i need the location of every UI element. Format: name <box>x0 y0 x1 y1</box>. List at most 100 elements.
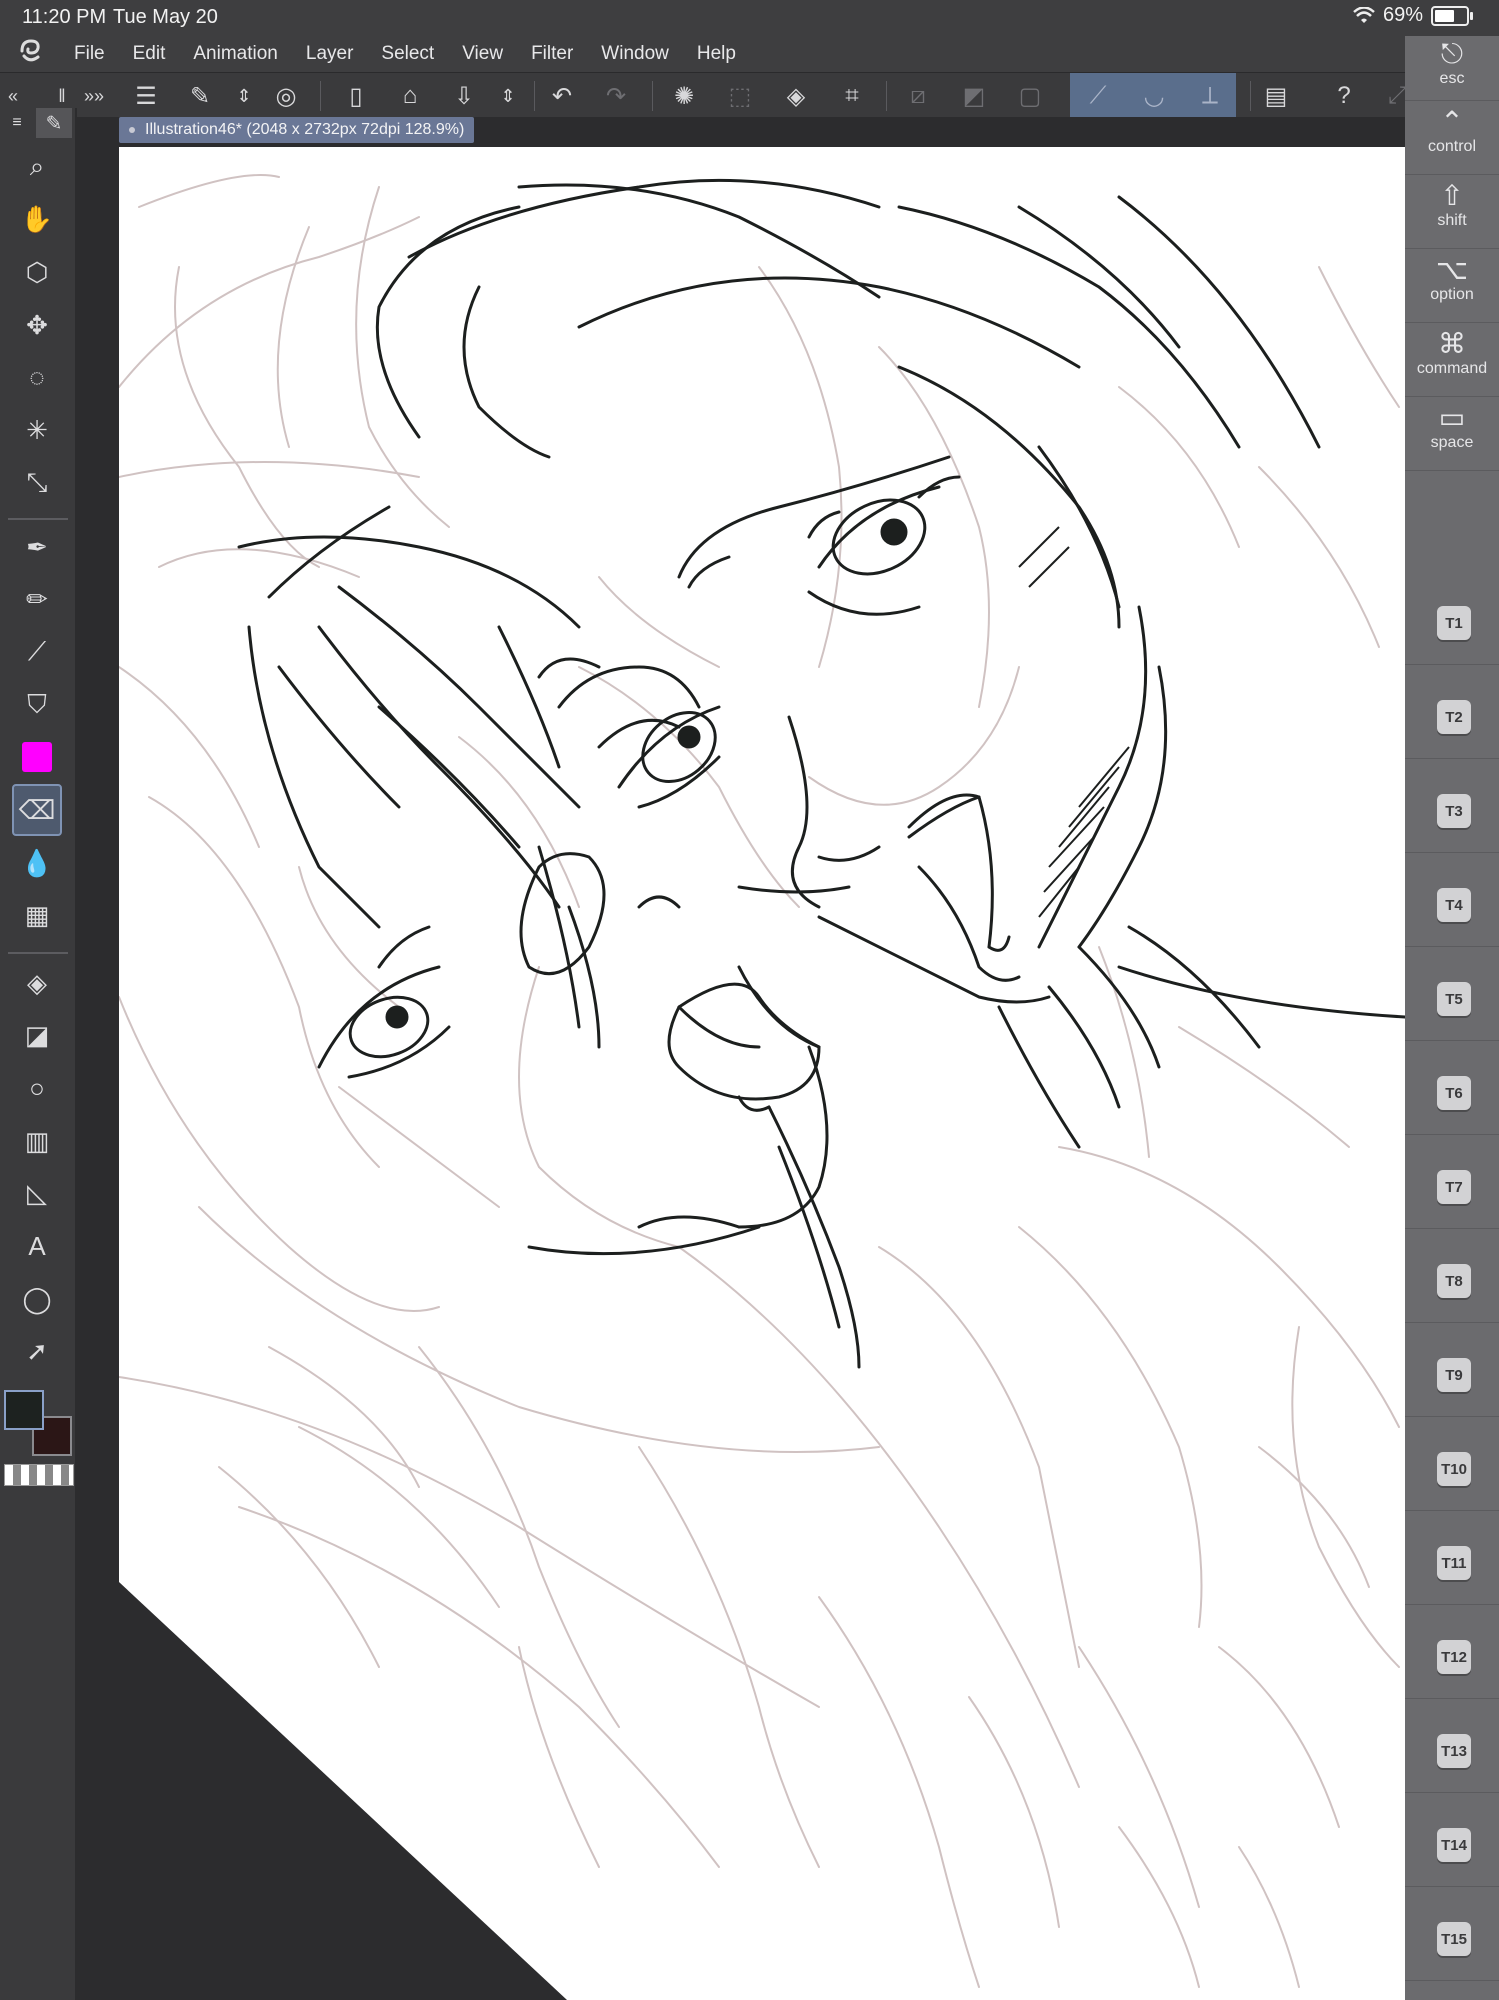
save-icon[interactable]: ⇩ <box>446 79 482 113</box>
control-label: control <box>1427 138 1477 155</box>
expand-right-icon[interactable]: »» <box>74 79 114 113</box>
canvas-area[interactable]: Illustration46* (2048 x 2732px 72dpi 128… <box>77 117 1405 2000</box>
text-icon[interactable]: A <box>14 1223 60 1269</box>
brush-icon[interactable]: ⟋ <box>14 629 60 675</box>
zoom-icon[interactable]: ⌕ <box>14 144 60 190</box>
t8-key[interactable]: T8 <box>1437 1264 1471 1298</box>
t14-key[interactable]: T14 <box>1437 1828 1471 1862</box>
menu-help[interactable]: Help <box>683 43 750 65</box>
save-stepper-icon[interactable]: ⇕ <box>490 79 526 113</box>
3d-camera-icon[interactable]: ⬡ <box>14 249 60 295</box>
option-label: option <box>1430 286 1474 303</box>
t9-key[interactable]: T9 <box>1437 1358 1471 1392</box>
battery-icon <box>1431 5 1473 26</box>
menu-select[interactable]: Select <box>367 43 448 65</box>
shift-icon: ⇧ <box>1440 180 1464 211</box>
eyedropper-icon[interactable]: ⤡ <box>14 460 60 506</box>
blend-icon[interactable]: 💧 <box>14 840 60 886</box>
balloon-icon[interactable]: ◯ <box>14 1276 60 1322</box>
shape-icon[interactable]: ○ <box>14 1065 60 1111</box>
space-icon: ▭ <box>1438 402 1466 433</box>
modifier-key-bar: ⎋ esc ⌃ control ⇧ shift ⌥ option ⌘ comma… <box>1405 36 1499 2000</box>
t4-key[interactable]: T4 <box>1437 888 1471 922</box>
gradient-icon[interactable]: ◪ <box>14 1012 60 1058</box>
object-select-icon[interactable]: ➚ <box>14 1328 60 1374</box>
transparent-color-swatch[interactable] <box>4 1464 74 1486</box>
app-logo-icon[interactable] <box>0 37 60 72</box>
menu-file[interactable]: File <box>60 43 119 65</box>
command-bar: « ‖ »» ☰ ✎ ⇕ ◎ ▯ ⌂ ⇩ ⇕ ↶ ↷ ✺ ⬚ ◈ ⌗ ⧄ ◩ ▢… <box>0 72 1407 119</box>
undo-icon[interactable]: ↶ <box>544 79 580 113</box>
t6-key[interactable]: T6 <box>1437 1076 1471 1110</box>
new-canvas-icon[interactable]: ▯ <box>338 79 374 113</box>
stepper-icon[interactable]: ⇕ <box>226 79 262 113</box>
frame-icon[interactable]: ▥ <box>14 1118 60 1164</box>
status-date: Tue May 20 <box>113 6 218 28</box>
select-icon[interactable]: ⬚ <box>722 79 758 113</box>
tablet-icon[interactable]: ▤ <box>1258 79 1294 113</box>
menu-filter[interactable]: Filter <box>517 43 587 65</box>
command-key[interactable]: ⌘ command <box>1405 328 1499 378</box>
space-label: space <box>1430 434 1474 451</box>
decoration-icon[interactable] <box>14 734 60 780</box>
document-tab[interactable]: Illustration46* (2048 x 2732px 72dpi 128… <box>119 117 475 143</box>
command-label: command <box>1416 360 1488 377</box>
palette-menu-icon[interactable]: ≡ <box>2 108 32 138</box>
open-folder-icon[interactable]: ⌂ <box>392 79 428 113</box>
t15-key[interactable]: T15 <box>1437 1922 1471 1956</box>
loading-icon[interactable]: ✺ <box>666 79 702 113</box>
t10-key[interactable]: T10 <box>1437 1452 1471 1486</box>
figure-icon[interactable]: ▦ <box>14 892 60 938</box>
airbrush-icon[interactable]: ⛉ <box>14 682 60 728</box>
hand-icon[interactable]: ✋ <box>14 196 60 242</box>
menu-bar: File Edit Animation Layer Select View Fi… <box>0 36 1405 72</box>
help-icon[interactable]: ? <box>1326 79 1362 113</box>
menu-icon[interactable]: ☰ <box>128 79 164 113</box>
transform-icon[interactable]: ⌗ <box>834 79 870 113</box>
brush-tab-icon[interactable]: ✎ <box>36 108 72 138</box>
ruler-icon[interactable]: ◺ <box>14 1170 60 1216</box>
space-key[interactable]: ▭ space <box>1405 402 1499 452</box>
magic-wand-icon[interactable]: ✳ <box>14 407 60 453</box>
control-key[interactable]: ⌃ control <box>1405 106 1499 156</box>
menu-animation[interactable]: Animation <box>179 43 292 65</box>
t11-key[interactable]: T11 <box>1437 1546 1471 1580</box>
stroke-snap-icon[interactable]: ⟋ <box>1080 79 1116 113</box>
invert-selection-icon[interactable]: ◩ <box>956 79 992 113</box>
option-key[interactable]: ⌥ option <box>1405 254 1499 304</box>
t13-key[interactable]: T13 <box>1437 1734 1471 1768</box>
fill-icon[interactable]: ◈ <box>14 960 60 1006</box>
curve-snap-icon[interactable]: ◡ <box>1136 79 1172 113</box>
t7-key[interactable]: T7 <box>1437 1170 1471 1204</box>
t3-key[interactable]: T3 <box>1437 794 1471 828</box>
t12-key[interactable]: T12 <box>1437 1640 1471 1674</box>
status-time: 11:20 PM <box>22 6 107 28</box>
command-icon: ⌘ <box>1438 328 1466 359</box>
move-icon[interactable]: ✥ <box>14 302 60 348</box>
canvas-paper[interactable] <box>119 147 1405 2000</box>
pen-icon[interactable]: ✒ <box>14 524 60 570</box>
shift-key[interactable]: ⇧ shift <box>1405 180 1499 230</box>
ruler-snap-icon[interactable]: ⟂ <box>1192 79 1228 113</box>
expand-icon[interactable]: ⤢ <box>1388 79 1407 113</box>
esc-icon: ⎋ <box>1440 38 1464 69</box>
fill-icon[interactable]: ◈ <box>778 79 814 113</box>
pen-settings-icon[interactable]: ✎ <box>182 79 218 113</box>
pencil-icon[interactable]: ✏ <box>14 576 60 622</box>
selection-border-icon[interactable]: ▢ <box>1012 79 1048 113</box>
layer-record-icon[interactable]: ◎ <box>268 79 304 113</box>
menu-layer[interactable]: Layer <box>292 43 368 65</box>
lasso-select-icon[interactable]: ◌ <box>14 354 60 400</box>
eraser-icon[interactable]: ⌫ <box>12 784 62 836</box>
menu-edit[interactable]: Edit <box>119 43 180 65</box>
control-icon: ⌃ <box>1440 106 1464 137</box>
t2-key[interactable]: T2 <box>1437 700 1471 734</box>
t5-key[interactable]: T5 <box>1437 982 1471 1016</box>
clear-selection-icon[interactable]: ⧄ <box>900 79 936 113</box>
main-color-swatch[interactable] <box>4 1390 44 1430</box>
redo-icon[interactable]: ↷ <box>598 79 634 113</box>
menu-window[interactable]: Window <box>587 43 683 65</box>
t1-key[interactable]: T1 <box>1437 606 1471 640</box>
menu-view[interactable]: View <box>448 43 517 65</box>
esc-key[interactable]: ⎋ esc <box>1405 38 1499 88</box>
